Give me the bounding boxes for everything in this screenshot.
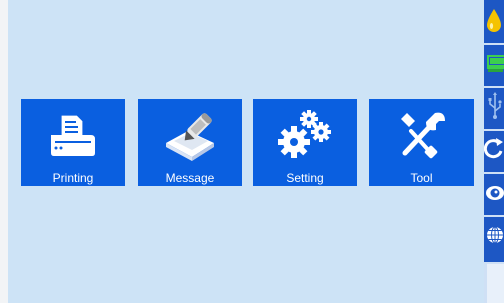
message-edit-icon [138,107,242,163]
message-button[interactable]: Message [138,99,242,186]
ink-level-button[interactable] [484,2,504,42]
printer-icon [21,107,125,163]
ink-drop-icon [484,0,504,45]
refresh-button[interactable] [483,129,504,174]
tool-label: Tool [410,171,433,185]
tool-button[interactable]: Tool [369,99,474,186]
language-button[interactable] [484,217,504,257]
sidebar-empty-slot [484,262,504,303]
eye-icon [484,172,504,217]
printing-label: Printing [52,171,94,185]
setting-label: Setting [286,171,324,185]
printer-status-button[interactable] [484,45,504,85]
right-sidebar [483,0,504,303]
printer-status-icon [484,43,504,88]
printing-button[interactable]: Printing [21,99,125,186]
usb-icon [484,86,504,131]
sidebar-empty-slot-face [487,264,504,303]
message-label: Message [165,171,215,185]
wrench-screwdriver-icon [369,107,474,163]
view-button[interactable] [484,174,504,214]
gears-icon [253,107,357,163]
left-edge-strip [0,0,8,303]
globe-icon [484,215,504,260]
setting-button[interactable]: Setting [253,99,357,186]
usb-button[interactable] [484,88,504,128]
refresh-icon [483,129,504,174]
